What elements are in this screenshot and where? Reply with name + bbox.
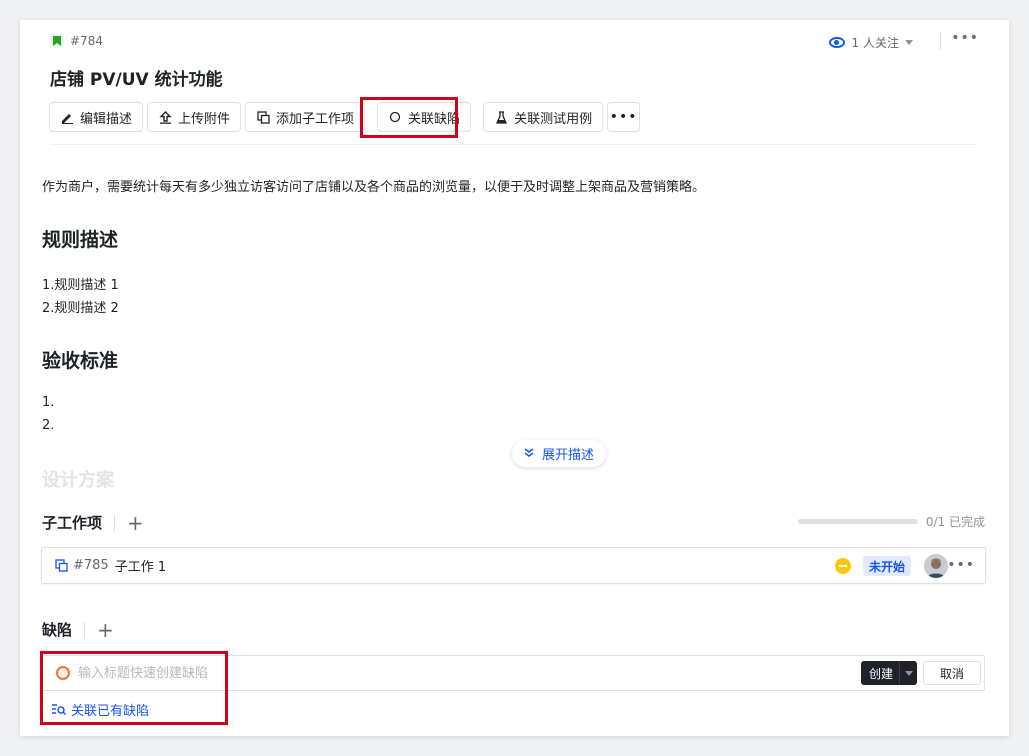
divider xyxy=(50,144,976,145)
more-options-icon[interactable]: ••• xyxy=(951,30,979,46)
rules-heading: 规则描述 xyxy=(42,229,119,251)
subtask-icon xyxy=(54,559,68,573)
progress-bar xyxy=(797,519,918,524)
add-child-item-button[interactable]: 添加子工作项 xyxy=(245,102,366,132)
highlight-link-bug xyxy=(360,97,458,138)
link-testcase-button[interactable]: 关联测试用例 xyxy=(483,102,604,132)
subtask-id[interactable]: #785 xyxy=(73,558,109,573)
flask-icon xyxy=(494,110,508,124)
follow-dropdown[interactable]: 1 人关注 xyxy=(828,34,913,51)
bugs-header: 缺陷 + xyxy=(42,619,114,640)
action-toolbar: 编辑描述 上传附件 添加子工作项 关联缺陷 关联测试用例 ••• xyxy=(49,102,644,134)
create-button[interactable]: 创建 xyxy=(861,661,917,685)
upload-icon xyxy=(158,110,172,124)
add-subtask-icon[interactable]: + xyxy=(127,513,144,533)
subtasks-header: 子工作项 + xyxy=(42,512,144,533)
issue-id-tag: #784 xyxy=(50,34,103,48)
acceptance-heading: 验收标准 xyxy=(42,350,119,372)
upload-attachment-label: 上传附件 xyxy=(178,111,231,127)
divider xyxy=(84,621,86,638)
double-chevron-down-icon xyxy=(524,447,534,460)
more-options-icon[interactable]: ••• xyxy=(947,557,975,573)
rule-line: 2.规则描述 2 xyxy=(42,301,119,316)
more-actions-button[interactable]: ••• xyxy=(607,102,641,132)
progress-text: 0/1 已完成 xyxy=(925,515,985,529)
upload-attachment-button[interactable]: 上传附件 xyxy=(147,102,242,132)
subtasks-progress: 0/1 已完成 xyxy=(797,513,985,530)
highlight-bug-create xyxy=(40,651,228,725)
issue-id: #784 xyxy=(70,34,103,48)
acceptance-line: 1. xyxy=(42,395,55,410)
divider xyxy=(940,32,941,50)
pencil-icon xyxy=(60,110,74,124)
acceptance-line: 2. xyxy=(42,418,55,433)
followers-count: 1 人关注 xyxy=(851,36,899,50)
divider xyxy=(114,514,116,531)
edit-description-button[interactable]: 编辑描述 xyxy=(49,102,144,132)
rule-line: 1.规则描述 1 xyxy=(42,278,119,293)
avatar[interactable] xyxy=(924,554,948,578)
status-badge[interactable]: 未开始 xyxy=(863,556,912,576)
cancel-button[interactable]: 取消 xyxy=(923,661,981,685)
create-label: 创建 xyxy=(869,666,894,681)
add-bug-icon[interactable]: + xyxy=(97,620,114,640)
edit-description-label: 编辑描述 xyxy=(80,111,133,127)
link-testcase-label: 关联测试用例 xyxy=(514,111,593,127)
work-item-detail-panel: #784 1 人关注 ••• 店铺 PV/UV 统计功能 编辑描述 上传附件 添… xyxy=(20,20,1009,736)
description-intro: 作为商户，需要统计每天有多少独立访客访问了店铺以及各个商品的浏览量，以便于及时调… xyxy=(42,180,706,195)
copy-icon xyxy=(256,110,270,124)
bugs-title: 缺陷 xyxy=(42,621,73,639)
expand-description-button[interactable]: 展开描述 xyxy=(512,440,606,467)
chevron-down-icon xyxy=(905,40,913,45)
priority-icon[interactable] xyxy=(835,558,851,574)
add-child-item-label: 添加子工作项 xyxy=(276,111,355,127)
list-item[interactable]: #785 子工作 1 未开始 ••• xyxy=(41,547,986,584)
design-heading: 设计方案 xyxy=(42,470,114,491)
expand-description-label: 展开描述 xyxy=(541,448,594,463)
page-title: 店铺 PV/UV 统计功能 xyxy=(50,70,223,90)
chevron-down-icon[interactable] xyxy=(899,661,917,685)
top-bar: #784 1 人关注 ••• xyxy=(50,30,979,51)
subtasks-title: 子工作项 xyxy=(42,514,103,532)
bookmark-icon xyxy=(50,34,64,48)
subtask-name[interactable]: 子工作 1 xyxy=(115,556,166,575)
eye-icon xyxy=(828,37,845,48)
